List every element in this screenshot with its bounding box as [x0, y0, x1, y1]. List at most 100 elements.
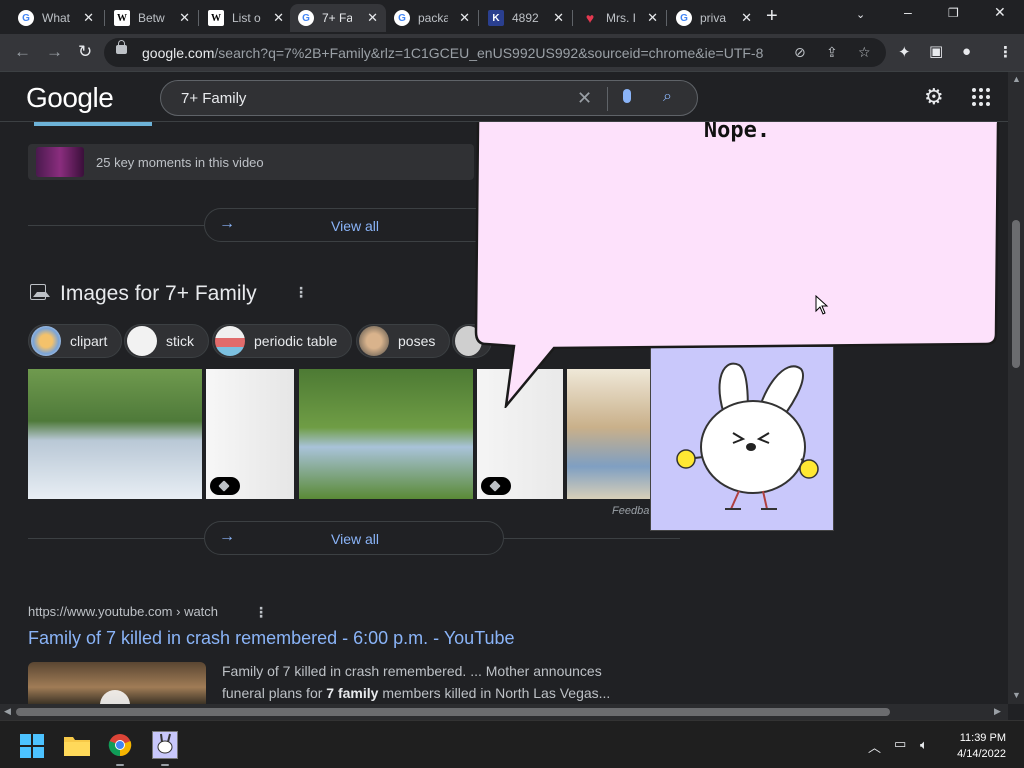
close-tab-icon[interactable]: ✕: [367, 10, 378, 26]
result-more-options-icon[interactable]: ⋮: [254, 604, 268, 621]
bunny-app-taskbar-icon[interactable]: [152, 731, 178, 759]
bookmark-star-icon[interactable]: ☆: [858, 44, 871, 61]
blocked-cookie-icon[interactable]: ⊘: [794, 44, 806, 61]
browser-toolbar: ← → ↻ google.com/search?q=7%2B+Family&rl…: [0, 34, 1024, 72]
tab-title: packa: [418, 11, 448, 25]
chrome-menu-icon[interactable]: ⋮: [998, 43, 1013, 61]
video-result-thumbnail[interactable]: [28, 662, 206, 704]
tab-5[interactable]: G packa ✕: [386, 4, 478, 32]
back-arrow-icon[interactable]: ←: [14, 42, 31, 62]
scroll-down-icon[interactable]: ▼: [1012, 690, 1021, 700]
image-result-2[interactable]: [206, 369, 294, 499]
volume-icon[interactable]: 🔈︎: [920, 737, 928, 753]
tag-icon: [210, 477, 240, 495]
scroll-up-icon[interactable]: ▲: [1012, 74, 1021, 84]
images-heading[interactable]: Images for 7+ Family: [60, 282, 257, 306]
chip-periodic-table[interactable]: periodic table: [212, 324, 353, 358]
google-header: Google 7+ Family ✕ ⌕ ⚙: [0, 72, 1008, 122]
google-apps-grid-icon[interactable]: [972, 88, 990, 106]
windows-start-icon[interactable]: [20, 734, 44, 758]
close-tab-icon[interactable]: ✕: [647, 10, 658, 26]
tab-title: What: [42, 11, 71, 25]
result-cite-url[interactable]: https://www.youtube.com › watch: [28, 604, 218, 619]
tab-3[interactable]: W List o ✕: [200, 4, 292, 32]
horizontal-scrollbar[interactable]: ◀ ▶: [0, 704, 1008, 720]
result-snippet: Family of 7 killed in crash remembered. …: [222, 663, 611, 701]
clear-search-icon[interactable]: ✕: [577, 88, 592, 109]
address-url: google.com/search?q=7%2B+Family&rlz=1C1G…: [142, 45, 764, 61]
view-all-images-button[interactable]: → View all: [204, 521, 504, 555]
restore-icon[interactable]: ❐: [948, 6, 959, 20]
new-tab-plus-icon[interactable]: +: [766, 5, 778, 28]
close-window-icon[interactable]: ✕: [994, 4, 1006, 21]
tab-2[interactable]: W Betw ✕: [106, 4, 198, 32]
tab-active[interactable]: G 7+ Fa ✕: [290, 4, 386, 32]
vertical-scrollbar[interactable]: ▲ ▼: [1008, 72, 1024, 704]
image-icon: [30, 284, 50, 300]
images-feedback-link[interactable]: Feedba: [612, 505, 649, 517]
tab-title: 4892: [512, 11, 539, 25]
minimize-icon[interactable]: –: [904, 4, 912, 20]
play-icon: [100, 690, 130, 704]
tab-7[interactable]: ♥ Mrs. I ✕: [574, 4, 666, 32]
tab-8[interactable]: G priva ✕: [668, 4, 760, 32]
share-icon[interactable]: ⇪: [826, 44, 838, 61]
address-bar[interactable]: google.com/search?q=7%2B+Family&rlz=1C1G…: [104, 38, 886, 67]
tab-1[interactable]: G What ✕: [10, 4, 102, 32]
search-query[interactable]: 7+ Family: [181, 90, 246, 107]
reload-icon[interactable]: ↻: [78, 42, 92, 62]
result-title-link[interactable]: Family of 7 killed in crash remembered -…: [28, 628, 515, 649]
profile-avatar-icon[interactable]: ●: [962, 43, 971, 60]
tab-title: List o: [232, 11, 261, 25]
image-result-3[interactable]: [299, 369, 473, 499]
chip-clipart[interactable]: clipart: [28, 324, 123, 358]
vertical-scroll-thumb[interactable]: [1012, 220, 1020, 368]
scroll-left-icon[interactable]: ◀: [4, 706, 11, 717]
tray-overflow-chevron-icon[interactable]: ︿: [868, 737, 881, 756]
clock-date: 4/14/2022: [957, 748, 1006, 760]
settings-gear-icon[interactable]: ⚙: [924, 84, 944, 110]
voice-search-mic-icon[interactable]: [623, 89, 631, 103]
chip-stick[interactable]: stick: [124, 324, 209, 358]
side-panel-icon[interactable]: ▣: [929, 42, 943, 60]
video-thumbnail-edge[interactable]: [34, 122, 152, 126]
google-favicon-icon: G: [676, 10, 692, 26]
system-clock[interactable]: 11:39 PM 4/14/2022: [948, 730, 1006, 762]
close-tab-icon[interactable]: ✕: [179, 10, 190, 26]
close-tab-icon[interactable]: ✕: [741, 10, 752, 26]
horizontal-scroll-thumb[interactable]: [16, 708, 890, 716]
close-tab-icon[interactable]: ✕: [553, 10, 564, 26]
chip-label: stick: [166, 333, 194, 349]
close-tab-icon[interactable]: ✕: [83, 10, 94, 26]
search-magnifier-icon[interactable]: ⌕: [663, 88, 672, 106]
view-all-label: View all: [331, 531, 379, 547]
file-explorer-icon[interactable]: [64, 734, 90, 756]
view-all-videos-button[interactable]: → View all: [204, 208, 504, 242]
k-favicon-icon: K: [488, 10, 504, 26]
tag-icon: [481, 477, 511, 495]
forward-arrow-icon[interactable]: →: [46, 42, 63, 62]
search-box[interactable]: 7+ Family ✕ ⌕: [160, 80, 698, 116]
chip-thumbnail: [215, 326, 245, 356]
wikipedia-favicon-icon: W: [114, 10, 130, 26]
google-logo[interactable]: Google: [26, 82, 114, 114]
close-tab-icon[interactable]: ✕: [459, 10, 470, 26]
tab-search-chevron-icon[interactable]: ⌄: [856, 8, 865, 21]
key-moments-row[interactable]: 25 key moments in this video: [28, 144, 474, 180]
extensions-puzzle-icon[interactable]: ✦: [898, 43, 911, 61]
windows-taskbar: ︿ ▭ 🔈︎ 11:39 PM 4/14/2022: [0, 720, 1024, 768]
chip-thumbnail: [127, 326, 157, 356]
network-icon[interactable]: ▭: [894, 736, 906, 752]
google-favicon-icon: G: [18, 10, 34, 26]
scroll-right-icon[interactable]: ▶: [994, 706, 1001, 717]
tab-6[interactable]: K 4892 ✕: [480, 4, 572, 32]
image-result-1[interactable]: [28, 369, 202, 499]
chip-poses[interactable]: poses: [356, 324, 451, 358]
chip-thumbnail: [359, 326, 389, 356]
chrome-taskbar-icon[interactable]: [108, 733, 132, 757]
close-tab-icon[interactable]: ✕: [273, 10, 284, 26]
images-more-options-icon[interactable]: ⋮: [294, 284, 308, 301]
wikipedia-favicon-icon: W: [208, 10, 224, 26]
mouse-cursor-icon: [815, 295, 829, 315]
tab-title: priva: [700, 11, 727, 25]
